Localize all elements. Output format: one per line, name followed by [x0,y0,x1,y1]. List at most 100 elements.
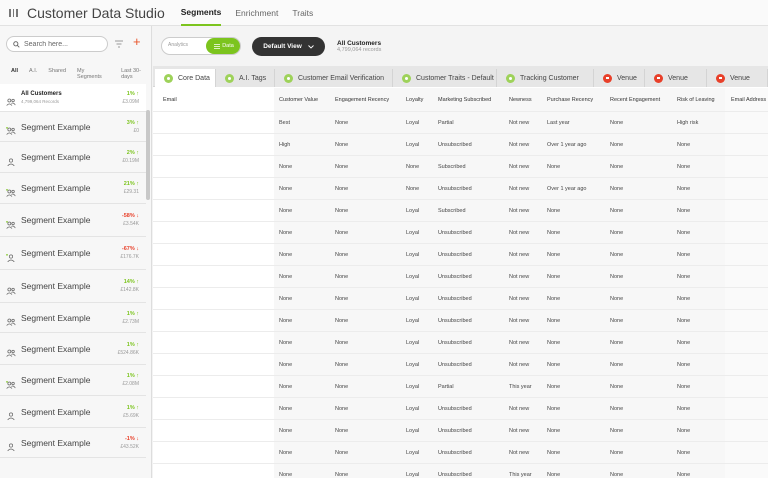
column-header[interactable]: Customer Value [279,88,333,111]
column-header[interactable]: Recent Engagement [610,88,676,111]
table-row[interactable]: None None Loyal Unsubscribed Not new None None… [153,288,768,310]
table-cell: Loyal [406,119,420,126]
data-tab[interactable]: A.I. Tags [216,69,275,87]
table-cell: None [335,185,349,192]
table-cell: None [279,251,293,258]
segment-change: 1% ↑ [126,373,139,379]
table-row[interactable]: None None Loyal Unsubscribed Not new None None… [153,244,768,266]
table-row[interactable]: None None Loyal Unsubscribed Not new None None… [153,420,768,442]
menu-icon[interactable] [9,8,19,17]
column-header[interactable]: Engagement Recency [335,88,405,111]
tab-traits[interactable]: Traits [292,0,313,26]
column-header[interactable]: Marketing Subscribed [438,88,508,111]
table-row[interactable]: Best None Loyal Partial Not new Last year None… [153,112,768,134]
search-input[interactable] [24,40,104,48]
table-cell: Not new [509,295,530,302]
table-row[interactable]: None None Loyal Unsubscribed Not new None None… [153,398,768,420]
data-tab[interactable]: Venue [707,69,768,87]
table-cell [163,332,273,353]
table-cell: Not new [509,119,530,126]
table-row[interactable]: None None Loyal Unsubscribed Not new None None… [153,332,768,354]
segment-item[interactable]: Segment Example -1% ↓ £43.52K [0,428,146,458]
data-tab[interactable]: Customer Traits - Default [393,69,497,87]
segment-item[interactable]: Segment Example 21% ↑ £29.31 [0,173,146,204]
table-row[interactable]: None None Loyal Subscribed Not new None None No… [153,200,768,222]
data-tab[interactable]: Tracking Customer [497,69,594,87]
data-tab[interactable]: Customer Email Verification [275,69,393,87]
search-box[interactable] [6,36,108,52]
data-tab[interactable]: Venue [645,69,707,87]
table-row[interactable]: None None Loyal Unsubscribed Not new None None… [153,222,768,244]
table-row[interactable]: None None Loyal Partial This year None None Non… [153,376,768,398]
add-segment-icon[interactable]: + [133,35,141,49]
filter-last-30-days[interactable]: Last 30-days [121,68,151,80]
table-cell: None [677,207,691,214]
tab-segments[interactable]: Segments [180,0,222,26]
column-header[interactable]: Newness [509,88,546,111]
segment-value: £0 [133,127,139,134]
segment-item-all-customers[interactable]: All Customers 4,799,064 Records 1% ↑ £3.09M [0,84,146,112]
segment-filters: All A.I. Shared My Segments Last 30-days [0,68,151,80]
segment-item[interactable]: Segment Example 1% ↑ £2.73M [0,303,146,333]
table-cell: None [279,317,293,324]
table-cell: None [610,119,624,126]
table-cell: None [677,471,691,478]
column-header[interactable]: Email Address [731,88,768,111]
segment-change: 2% ↑ [126,150,139,156]
data-tab-label: Venue [730,74,750,82]
table-cell: Unsubscribed [438,295,472,302]
table-cell: None [610,361,624,368]
segment-item[interactable]: Segment Example -67% ↓ £176.7K [0,237,146,270]
tab-enrichment[interactable]: Enrichment [235,0,278,26]
table-cell [731,288,768,309]
filter-shared[interactable]: Shared [48,68,66,80]
filter-all[interactable]: All [11,68,18,80]
table-cell: Loyal [406,339,420,346]
segment-item[interactable]: Segment Example 1% ↑ £524.86K [0,333,146,365]
status-error-icon [603,73,612,83]
table-cell [731,376,768,397]
filter-ai[interactable]: A.I. [29,68,37,80]
table-row[interactable]: None None None Unsubscribed Not new Over 1 ye… [153,178,768,200]
segment-item[interactable]: Segment Example 2% ↑ £0.19M [0,142,146,173]
data-toggle-button[interactable]: Data [206,38,240,54]
table-cell: None [335,229,349,236]
data-tab[interactable]: Venue [594,69,645,87]
default-view-dropdown[interactable]: Default View [252,37,325,56]
table-cell: None [279,273,293,280]
segment-value: £0.19M [122,158,139,164]
table-cell: None [335,207,349,214]
filter-my-segments[interactable]: My Segments [77,68,110,80]
segment-item[interactable]: Segment Example 3% ↑ £0 [0,112,146,142]
table-row[interactable]: None None Loyal Unsubscribed Not new None None… [153,310,768,332]
segment-item[interactable]: Segment Example 1% ↑ £2.08M [0,365,146,396]
segment-item[interactable]: Segment Example 14% ↑ £142.8K [0,270,146,303]
analytics-toggle-button[interactable]: Analytics [168,42,188,48]
table-cell [163,288,273,309]
column-header[interactable]: Loyalty [406,88,436,111]
segment-item[interactable]: Segment Example -58% ↓ £3.54K [0,204,146,237]
table-cell: Not new [509,427,530,434]
table-row[interactable]: High None Loyal Unsubscribed Not new Over 1 y… [153,134,768,156]
table-row[interactable]: None None Loyal Unsubscribed Not new None None… [153,442,768,464]
data-tab-label: Venue [617,74,637,82]
table-cell: Unsubscribed [438,339,472,346]
segment-name: Segment Example [21,343,91,354]
column-header[interactable]: Purchase Recency [547,88,609,111]
filter-icon[interactable] [114,39,124,49]
view-toggle[interactable]: Analytics Data [161,37,241,55]
table-row[interactable]: None None Loyal Unsubscribed This year None No… [153,464,768,478]
sidebar-scrollbar[interactable] [146,110,150,200]
table-row[interactable]: None None Loyal Unsubscribed Not new None None… [153,266,768,288]
data-tab[interactable]: Core Data [155,69,216,87]
segment-item[interactable]: Segment Example 1% ↑ £5.69K [0,396,146,428]
table-row[interactable]: None None Loyal Unsubscribed Not new None None… [153,354,768,376]
table-cell: Unsubscribed [438,251,472,258]
table-cell: None [547,361,561,368]
table-cell [163,420,273,441]
column-header[interactable]: Risk of Leaving [677,88,725,111]
segment-change: -58% ↓ [121,213,139,219]
search-icon [13,40,20,48]
table-row[interactable]: None None None Subscribed Not new None None Non… [153,156,768,178]
column-header[interactable]: Email [163,88,273,111]
